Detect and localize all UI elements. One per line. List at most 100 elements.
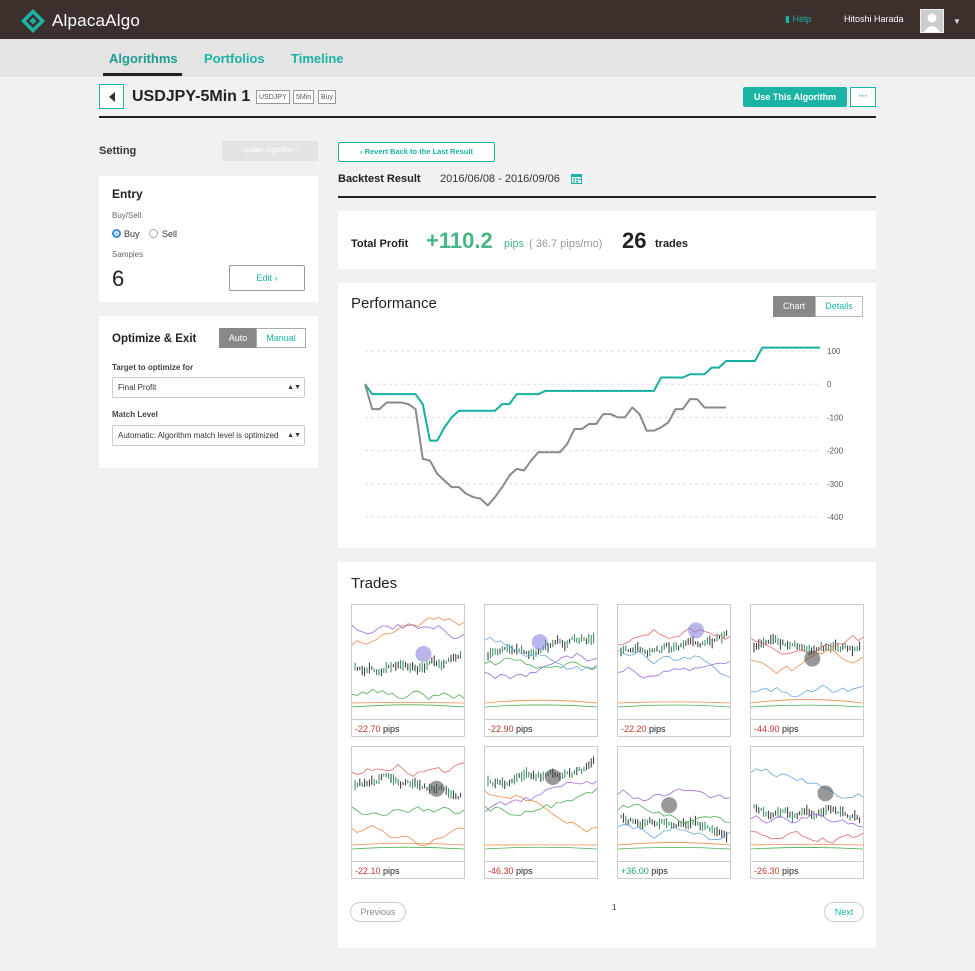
trade-result-label: -46.30 pips xyxy=(485,861,597,879)
y-tick-label: 0 xyxy=(827,380,832,389)
tag-side: Buy xyxy=(318,90,337,104)
trade-chart-image xyxy=(352,762,464,850)
trade-chart-image xyxy=(352,616,464,708)
sell-radio-label: Sell xyxy=(162,229,178,239)
details-toggle[interactable]: Details xyxy=(815,296,863,317)
trade-thumbnail[interactable]: -22.70 pips xyxy=(351,604,465,737)
tag-symbol: USDJPY xyxy=(256,90,290,104)
trade-pips-value: -22.70 xyxy=(355,724,381,734)
user-name[interactable]: Hitoshi Harada xyxy=(844,14,904,24)
trade-chart-image xyxy=(751,633,863,708)
update-algorithm-button[interactable]: Update Algorithm › xyxy=(222,141,318,161)
entry-card: Entry Buy/Sell Buy Sell Samples 6 Edit › xyxy=(99,176,318,302)
user-menu-caret-icon[interactable]: ▼ xyxy=(953,17,961,26)
buy-radio[interactable] xyxy=(112,229,121,238)
mode-auto-toggle[interactable]: Auto xyxy=(219,328,257,348)
target-label: Target to optimize for xyxy=(112,363,194,372)
trade-pips-unit: pips xyxy=(380,866,400,876)
revert-button[interactable]: ‹ Revert Back to the Last Result xyxy=(338,142,495,162)
trade-pips-unit: pips xyxy=(648,866,668,876)
trade-pips-value: -22.90 xyxy=(488,724,514,734)
backtest-header: Backtest Result 2016/06/08 - 2016/09/06 xyxy=(338,168,876,198)
trade-pips-value: -22.20 xyxy=(621,724,647,734)
trade-chart-image xyxy=(751,768,863,850)
mode-manual-toggle[interactable]: Manual xyxy=(256,328,306,348)
target-select[interactable]: Final Profit ▲▼ xyxy=(112,377,305,398)
user-silhouette-icon xyxy=(924,13,940,32)
trade-result-label: -22.10 pips xyxy=(352,861,464,879)
profit-unit: pips xyxy=(504,238,525,250)
trade-thumbnail[interactable]: +36.00 pips xyxy=(617,746,731,879)
trade-pips-value: -44.90 xyxy=(754,724,780,734)
buy-sell-label: Buy/Sell xyxy=(112,211,142,220)
tab-timeline[interactable]: Timeline xyxy=(291,51,344,66)
trade-pips-value: -22.10 xyxy=(355,866,381,876)
trade-pips-unit: pips xyxy=(779,866,799,876)
trades-card: Trades -22.70 pips -22.90 pips -22.20 pips… xyxy=(338,562,876,948)
target-select-value: Final Profit xyxy=(118,383,157,392)
help-label: Help xyxy=(792,14,811,24)
next-button[interactable]: Next xyxy=(824,902,864,922)
total-profit-value: +110.2 xyxy=(426,228,493,253)
triangle-left-icon xyxy=(108,91,115,102)
trade-result-label: -44.90 pips xyxy=(751,719,863,737)
logo[interactable]: AlpacaAlgo xyxy=(20,8,140,34)
back-button[interactable] xyxy=(99,84,124,109)
trade-pips-unit: pips xyxy=(380,724,400,734)
trade-result-label: -22.90 pips xyxy=(485,719,597,737)
trades-count-label: trades xyxy=(655,238,689,250)
y-tick-label: -300 xyxy=(827,480,844,489)
total-profit-label: Total Profit xyxy=(351,238,409,250)
chart-toggle[interactable]: Chart xyxy=(773,296,815,317)
performance-chart: 100 0 -100 -200 -300 -400 xyxy=(364,346,844,522)
trade-pips-unit: pips xyxy=(779,724,799,734)
buy-radio-label: Buy xyxy=(124,229,140,239)
trade-pips-unit: pips xyxy=(513,724,533,734)
series-line-1 xyxy=(364,383,727,507)
alpaca-logo-icon xyxy=(21,9,45,33)
trade-chart-image xyxy=(485,756,597,850)
trade-thumbnail[interactable]: -22.90 pips xyxy=(484,604,598,737)
edit-button[interactable]: Edit › xyxy=(229,265,305,291)
match-level-value: Automatic: Algorithm match level is opti… xyxy=(118,431,279,440)
help-link[interactable]: ▮ Help xyxy=(785,14,811,25)
optimize-card: Optimize & Exit Auto Manual Target to op… xyxy=(99,316,318,468)
select-arrows-icon: ▲▼ xyxy=(287,378,301,397)
match-level-label: Match Level xyxy=(112,410,158,419)
trade-pips-unit: pips xyxy=(646,724,666,734)
trade-chart-image xyxy=(618,788,730,850)
performance-title: Performance xyxy=(351,295,437,312)
trade-thumbnail[interactable]: -44.90 pips xyxy=(750,604,864,737)
previous-button[interactable]: Previous xyxy=(350,902,406,922)
tag-timeframe: 5Min xyxy=(293,90,315,104)
trade-thumbnail[interactable]: -46.30 pips xyxy=(484,746,598,879)
match-level-select[interactable]: Automatic: Algorithm match level is opti… xyxy=(112,425,305,446)
avatar[interactable] xyxy=(920,9,944,33)
more-options-button[interactable]: ··· xyxy=(850,87,876,107)
total-profit-card: Total Profit +110.2 pips ( 36.7 pips/mo)… xyxy=(338,211,876,269)
tab-algorithms[interactable]: Algorithms xyxy=(109,51,178,66)
y-tick-label: -400 xyxy=(827,513,844,522)
trades-title: Trades xyxy=(351,575,398,592)
trades-count: 26 xyxy=(622,228,647,253)
calendar-icon[interactable] xyxy=(571,173,582,184)
optimize-title: Optimize & Exit xyxy=(112,333,197,345)
trade-pips-value: -46.30 xyxy=(488,866,514,876)
trade-thumbnail[interactable]: -22.10 pips xyxy=(351,746,465,879)
trade-chart-image xyxy=(618,622,730,708)
app-name: AlpacaAlgo xyxy=(52,11,141,30)
trade-thumbnail[interactable]: -22.20 pips xyxy=(617,604,731,737)
trade-result-label: +36.00 pips xyxy=(618,861,730,879)
setting-heading: Setting xyxy=(99,145,137,157)
use-algorithm-button[interactable]: Use This Algorithm xyxy=(743,87,847,107)
page-title: USDJPY-5Min 1 xyxy=(132,88,251,105)
sell-radio[interactable] xyxy=(149,229,158,238)
top-bar: AlpacaAlgo ▮ Help Hitoshi Harada ▼ xyxy=(0,0,975,39)
trade-thumbnail[interactable]: -26.30 pips xyxy=(750,746,864,879)
tab-portfolios[interactable]: Portfolios xyxy=(204,51,265,66)
series-line-0 xyxy=(364,346,820,442)
y-tick-label: -100 xyxy=(827,413,844,422)
select-arrows-icon: ▲▼ xyxy=(287,426,301,445)
page-number[interactable]: 1 xyxy=(612,903,616,912)
y-tick-label: -200 xyxy=(827,447,844,456)
